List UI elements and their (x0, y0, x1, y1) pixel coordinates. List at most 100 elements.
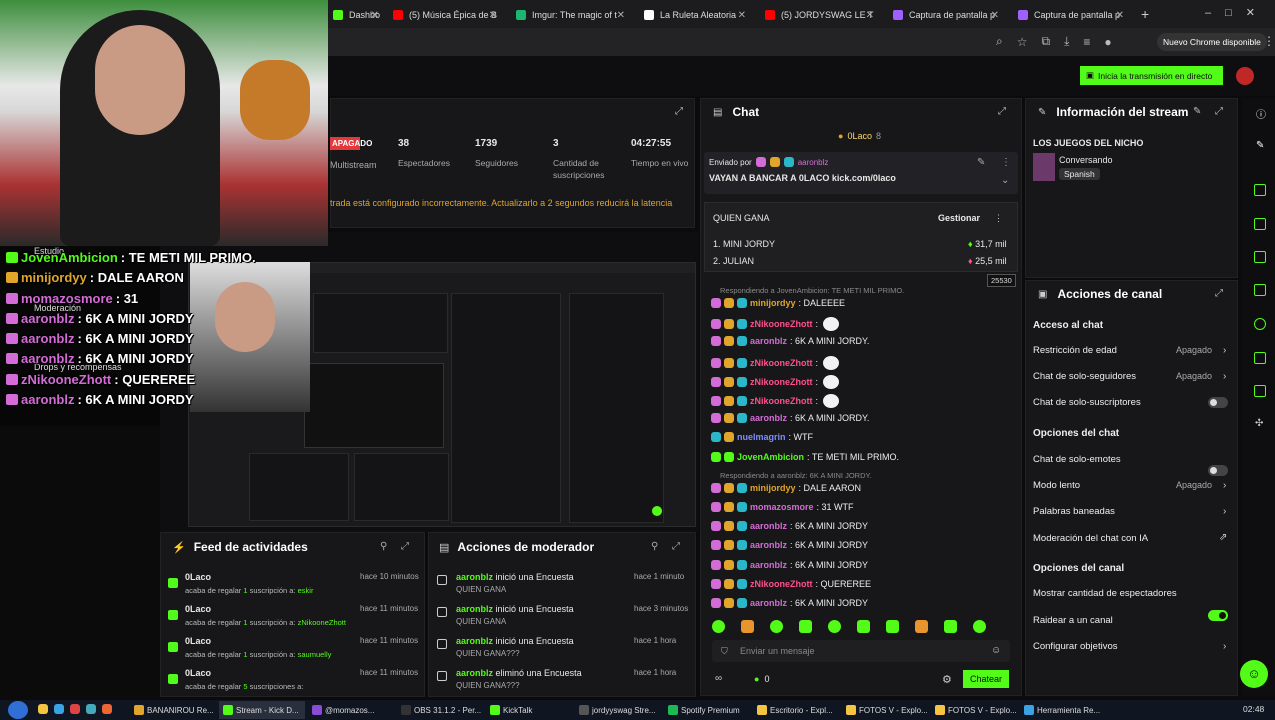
gear-icon[interactable]: ⚙ (942, 673, 952, 686)
chevron-right-icon[interactable]: › (1223, 371, 1226, 382)
chat-message[interactable]: zNikooneZhott: QUEREREE (711, 578, 871, 589)
taskbar-item[interactable]: Escritorio - Expl... (753, 701, 839, 719)
close-tab-icon[interactable]: ✕ (489, 10, 497, 21)
chat-message[interactable]: minijordyy: DALEEEE (711, 298, 845, 308)
chat-message[interactable]: momazosmore: 31 WTF (711, 502, 854, 512)
chevron-right-icon[interactable]: › (1223, 345, 1226, 356)
chat-username[interactable]: zNikooneZhott (750, 396, 813, 406)
close-tab-icon[interactable]: ✕ (991, 10, 999, 21)
manage-poll-button[interactable]: Gestionar (938, 213, 980, 223)
points-display[interactable]: ● 0 (754, 674, 769, 684)
zoom-icon[interactable]: ⌕ (996, 34, 1003, 49)
emote-icon[interactable] (915, 620, 928, 633)
setting-row[interactable]: Chat de solo-emotes (1033, 454, 1121, 465)
app-icon[interactable] (86, 704, 96, 714)
expand-icon[interactable]: ⤢ (401, 541, 409, 552)
wrench-toggle-icon[interactable] (1254, 385, 1266, 397)
chat-message[interactable]: zNikooneZhott: (711, 374, 840, 389)
stats-toggle-icon[interactable] (1254, 318, 1266, 330)
setting-row[interactable]: Mostrar cantidad de espectadores (1033, 588, 1177, 599)
edit-icon[interactable]: ✎ (1193, 106, 1201, 117)
taskbar-item[interactable]: Spotify Premium (664, 701, 750, 719)
chat-message[interactable]: aaronblz: 6K A MINI JORDY (711, 598, 868, 608)
setting-row[interactable]: Raidear a un canal (1033, 615, 1113, 626)
poll-option[interactable]: 2. JULIAN (713, 256, 754, 266)
emote-icon[interactable] (944, 620, 957, 633)
bookmark-star-icon[interactable]: ☆ (1017, 35, 1028, 49)
setting-row[interactable]: Chat de solo-seguidores (1033, 371, 1136, 382)
browser-tab[interactable]: Dashbo ✕ (325, 4, 385, 26)
info-icon[interactable]: ⓘ (1256, 106, 1266, 121)
taskbar-item[interactable]: Stream - Kick D... (219, 701, 305, 719)
profile-icon[interactable]: ● (1104, 35, 1111, 49)
filter-icon[interactable]: ⚲ (380, 541, 387, 552)
emote-icon[interactable] (886, 620, 899, 633)
mod-action[interactable]: aaronblz inició una Encuesta (456, 572, 574, 582)
chevron-down-icon[interactable]: ⌄ (1001, 175, 1009, 186)
chevron-right-icon[interactable]: › (1223, 641, 1226, 652)
chat-message[interactable]: minijordyy: DALE AARON (711, 482, 861, 493)
kebab-icon[interactable]: ⋮ (1001, 157, 1011, 168)
mod-action[interactable]: aaronblz inició una Encuesta (456, 636, 574, 646)
chat-message[interactable]: aaronblz: 6K A MINI JORDY (711, 559, 868, 570)
taskbar-item[interactable]: KickTalk (486, 701, 572, 719)
chat-username[interactable]: zNikooneZhott (750, 377, 813, 387)
go-live-button[interactable]: ▣ Inicia la transmisión en directo (1080, 66, 1223, 85)
link-icon[interactable]: ∞ (715, 673, 722, 684)
taskbar-item[interactable]: FOTOS V - Explo... (931, 701, 1017, 719)
taskbar-item[interactable]: Herramienta Re... (1020, 701, 1106, 719)
browser-tab[interactable]: Captura de pantalla p ✕ (885, 4, 1005, 26)
chat-message[interactable]: aaronblz: 6K A MINI JORDY. (711, 336, 869, 347)
taskbar-item[interactable]: @momazos... (308, 701, 394, 719)
chat-username[interactable]: minijordyy (750, 298, 796, 308)
setting-row[interactable]: Palabras baneadas (1033, 506, 1115, 517)
folder-icon[interactable] (38, 704, 48, 714)
support-chat-icon[interactable]: ☺ (1240, 660, 1268, 688)
extensions-icon[interactable]: ⧉ (1042, 34, 1051, 49)
chat-username[interactable]: minijordyy (750, 483, 796, 493)
chat-username[interactable]: aaronblz (750, 540, 787, 550)
feed-user[interactable]: 0Laco (185, 604, 211, 614)
chat-username[interactable]: aaronblz (750, 413, 787, 423)
chat-message[interactable]: nuelmagrin: WTF (711, 432, 813, 443)
app-icon[interactable] (70, 704, 80, 714)
expand-icon[interactable]: ⤢ (672, 541, 680, 552)
monitor-toggle-icon[interactable] (1254, 352, 1266, 364)
edge-icon[interactable] (54, 704, 64, 714)
expand-icon[interactable]: ⤢ (1215, 106, 1223, 117)
chat-username[interactable]: aaronblz (750, 598, 787, 608)
setting-row[interactable]: Restricción de edad (1033, 345, 1117, 356)
emote-icon[interactable] (828, 620, 841, 633)
kebab-icon[interactable]: ⋮ (994, 213, 1003, 224)
chrome-update-button[interactable]: Nuevo Chrome disponible (1157, 33, 1267, 51)
pin-icon[interactable]: ✎ (977, 157, 985, 168)
toggle-switch[interactable] (1208, 465, 1228, 476)
chat-message[interactable]: aaronblz: 6K A MINI JORDY (711, 540, 868, 551)
feed-recipient[interactable]: zNikooneZhott (298, 618, 346, 627)
close-tab-icon[interactable]: ✕ (617, 10, 625, 21)
taskbar-item[interactable]: jordyyswag Stre... (575, 701, 661, 719)
chat-message[interactable]: JovenAmbicion: TE METI MIL PRIMO. (711, 451, 899, 462)
browser-tab[interactable]: La Ruleta Aleatoria ✕ (636, 4, 752, 26)
feed-recipient[interactable]: saumuelly (298, 650, 332, 659)
poll-option[interactable]: 1. MINI JORDY (713, 239, 775, 249)
setting-row[interactable]: Moderación del chat con IA (1033, 533, 1148, 544)
start-icon[interactable] (8, 701, 28, 719)
chat-message[interactable]: aaronblz: 6K A MINI JORDY (711, 521, 868, 532)
chat-username[interactable]: aaronblz (750, 560, 787, 570)
panel-toggle-icon[interactable] (1254, 184, 1266, 196)
filter-icon[interactable]: ⚲ (651, 541, 658, 552)
emote-icon[interactable] (857, 620, 870, 633)
app-icon[interactable] (102, 704, 112, 714)
media-icon[interactable]: ≡ (1083, 35, 1090, 49)
emote-icon[interactable] (712, 620, 725, 633)
taskbar-item[interactable]: FOTOS V - Explo... (842, 701, 928, 719)
chat-message[interactable]: aaronblz: 6K A MINI JORDY. (711, 413, 869, 424)
user-avatar[interactable] (1236, 67, 1254, 85)
toggle-switch[interactable] (1208, 397, 1228, 408)
toggle-switch[interactable] (1208, 610, 1228, 621)
feed-user[interactable]: 0Laco (185, 636, 211, 646)
chat-message[interactable]: zNikooneZhott: (711, 394, 840, 408)
puzzle-icon[interactable]: ✣ (1255, 418, 1263, 429)
browser-tab[interactable]: (5) JORDYSWAG LE T ✕ (757, 4, 880, 26)
